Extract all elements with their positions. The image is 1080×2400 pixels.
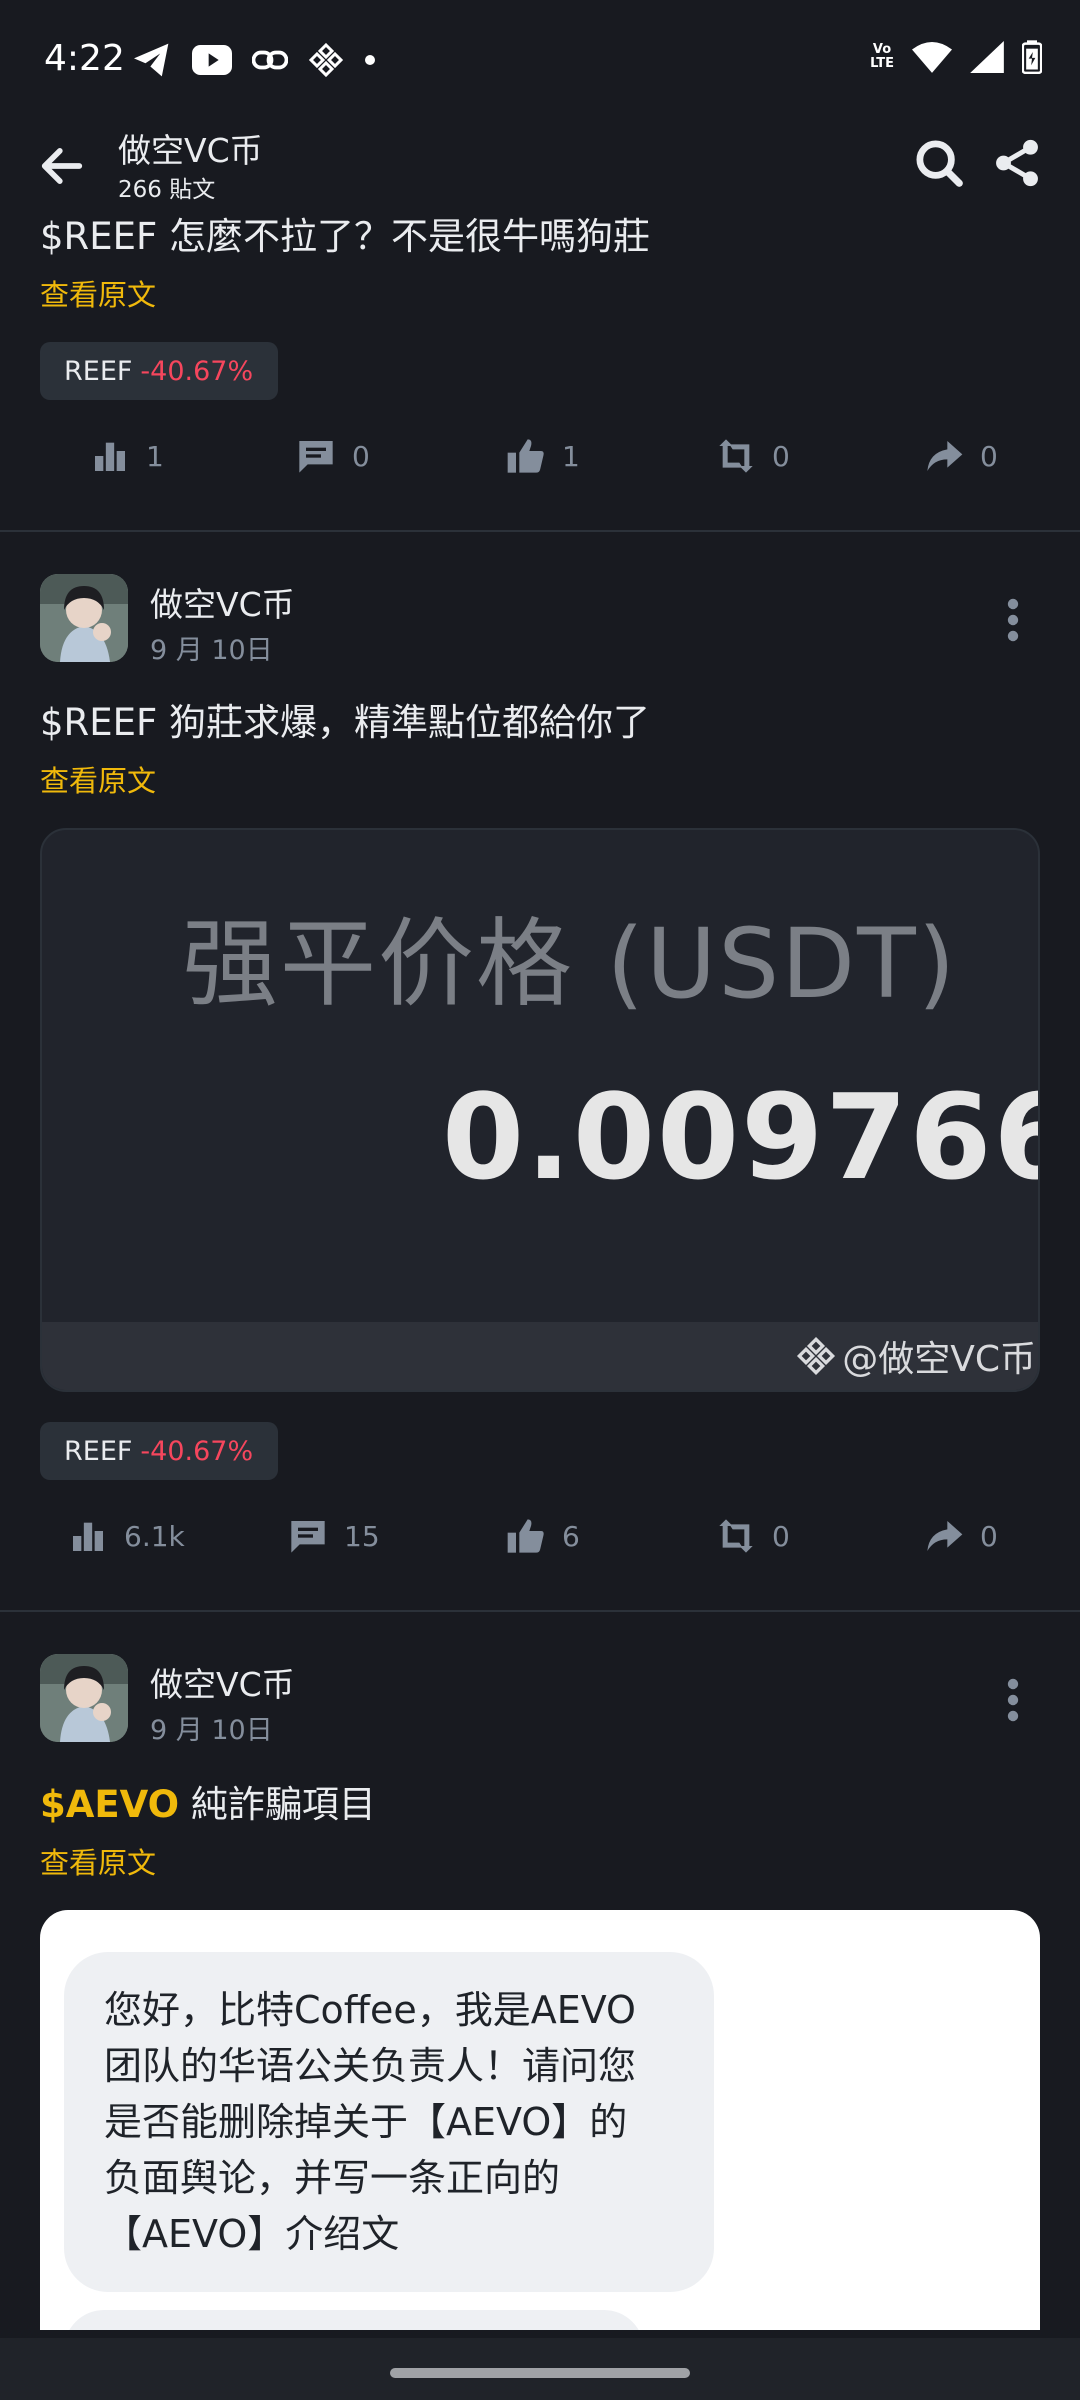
comment-icon [291,1521,325,1553]
share-post-button[interactable]: 0 [924,436,998,476]
chat-line: 团队的华语公关负责人！请问您 [104,2044,637,2088]
like-count: 1 [562,439,580,473]
like-count: 6 [562,1519,580,1553]
post-image[interactable]: 强平价格 (USDT) 0.009766 @做空VC币 [40,828,1040,1392]
repost-count: 0 [772,439,790,473]
comment-icon [299,441,333,473]
like-button[interactable]: 1 [506,436,580,476]
status-left-icons [132,42,376,78]
repost-count: 0 [772,1519,790,1553]
avatar[interactable] [40,1654,128,1742]
forward-icon [927,1521,963,1551]
view-original-link[interactable]: 查看原文 [40,272,156,314]
wifi-icon [912,42,952,73]
gesture-nav-bar [0,2338,1080,2400]
page-title: 做空VC币 [118,131,263,170]
chat-line: 【AEVO】介绍文 [104,2212,400,2256]
view-original-link[interactable]: 查看原文 [40,1840,156,1882]
share-count: 0 [980,439,998,473]
liquidation-price-label: 强平价格 (USDT) [182,908,958,1020]
post-date: 9 月 10日 [150,1715,273,1746]
chat-line: 您好，比特Coffee，我是AEVO [104,1988,636,2032]
post-text: $REEF 怎麼不拉了？不是很牛嗎狗莊 [40,215,651,258]
comment-count: 0 [352,439,370,473]
volte-bottom-label: LTE [870,56,894,71]
status-bar: 4:22 Vo LTE [0,0,1080,120]
chat-bubble: 您好，比特Coffee，我是AEVO 团队的华语公关负责人！请问您 是否能删除掉… [64,1952,714,2292]
binance-icon [308,42,344,78]
home-indicator[interactable] [390,2368,690,2378]
views-count: 1 [146,439,164,473]
author-name[interactable]: 做空VC币 [150,1658,295,1706]
chat-line: 负面舆论，并写一条正向的 [104,2156,561,2200]
share-count: 0 [980,1519,998,1553]
post-actions: 6.1k 15 6 0 0 [0,1516,1080,1576]
views-button[interactable]: 6.1k [68,1516,185,1556]
coin-symbol: REEF [64,355,133,387]
signal-icon [970,41,1004,73]
like-button[interactable]: 6 [506,1516,580,1556]
coin-tag[interactable]: REEF -40.67% [40,1422,278,1480]
more-options-icon[interactable] [998,1676,1028,1724]
image-watermark: @做空VC币 [796,1330,1036,1382]
status-right-icons: Vo LTE [870,40,1042,74]
binance-logo-icon [797,1336,836,1376]
post-date: 9 月 10日 [150,635,273,666]
views-button[interactable]: 1 [90,436,164,476]
volte-icon: Vo LTE [870,43,894,71]
forward-icon [927,441,963,471]
avatar[interactable] [40,574,128,662]
battery-icon [1022,40,1042,74]
coin-change: -40.67% [140,355,254,387]
comment-button[interactable]: 15 [288,1516,380,1556]
youtube-icon [192,45,232,75]
back-arrow-icon[interactable] [36,140,88,192]
telegram-icon [134,43,169,77]
chat-bubble [64,2310,644,2330]
views-icon [95,442,125,471]
view-original-link[interactable]: 查看原文 [40,758,156,800]
coin-change: -40.67% [140,1435,254,1467]
repost-icon [719,439,753,473]
watermark-text: @做空VC币 [842,1339,1036,1380]
post-divider [0,530,1080,532]
post-text: $AEVO 純詐騙項目 [40,1774,376,1828]
link-icon [252,50,288,70]
coin-tag[interactable]: REEF -40.67% [40,342,278,400]
dot-icon [365,55,375,65]
views-count: 6.1k [124,1519,185,1553]
search-icon[interactable] [912,136,966,190]
post-divider [0,1610,1080,1612]
volte-top-label: Vo [872,42,892,57]
chat-line: 是否能删除掉关于【AEVO】的 [104,2100,628,2144]
comment-count: 15 [344,1519,380,1553]
repost-icon [719,1519,753,1553]
post-text-body: 純詐騙項目 [179,1783,376,1826]
cashtag-link[interactable]: $AEVO [40,1783,179,1826]
thumbs-up-icon [507,1519,544,1553]
post-count: 266 貼文 [118,177,216,203]
app-bar: 做空VC币 266 貼文 [0,110,1080,210]
more-options-icon[interactable] [998,596,1028,644]
post-actions: 1 0 1 0 0 [0,436,1080,496]
liquidation-price-value: 0.009766 [442,1068,1040,1206]
post-text: $REEF 狗莊求爆，精準點位都給你了 [40,701,651,744]
comment-button[interactable]: 0 [296,436,370,476]
coin-symbol: REEF [64,1435,133,1467]
share-post-button[interactable]: 0 [924,1516,998,1556]
post-image[interactable]: 您好，比特Coffee，我是AEVO 团队的华语公关负责人！请问您 是否能删除掉… [40,1910,1040,2330]
repost-button[interactable]: 0 [716,436,790,476]
views-icon [73,1522,103,1551]
thumbs-up-icon [507,439,544,473]
status-time: 4:22 [44,38,125,79]
repost-button[interactable]: 0 [716,1516,790,1556]
share-icon[interactable] [990,136,1044,190]
author-name[interactable]: 做空VC币 [150,578,295,626]
